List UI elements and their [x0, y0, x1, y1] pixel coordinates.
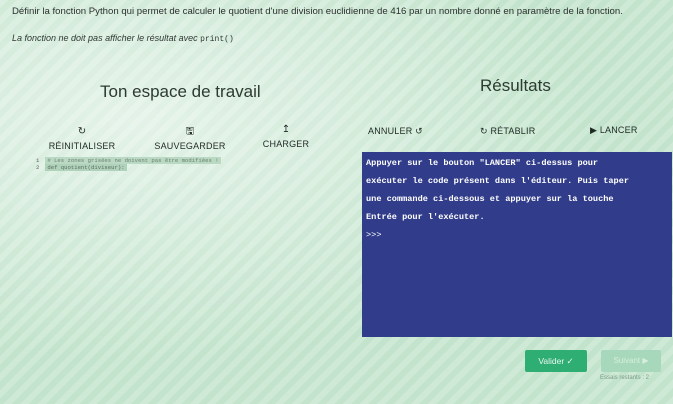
console-line: Appuyer sur le bouton "LANCER" ci-dessus… — [366, 158, 599, 168]
validate-button[interactable]: Valider ✓ — [525, 350, 587, 372]
line-code: # Les zones grisées ne doivent pas être … — [45, 157, 221, 164]
run-button[interactable]: ▶ LANCER — [590, 125, 638, 136]
editor-line: 2 def quotient(diviseur): — [36, 164, 354, 171]
load-button[interactable]: ↥ CHARGER — [258, 124, 314, 149]
reset-label: RÉINITIALISER — [48, 141, 116, 151]
results-console[interactable]: Appuyer sur le bouton "LANCER" ci-dessus… — [362, 152, 672, 337]
attempts-remaining: Essais restants : 2 — [600, 375, 650, 381]
play-icon: ▶ — [590, 125, 598, 135]
line-number: 1 — [36, 157, 40, 164]
redo-icon: ↻ — [480, 126, 488, 136]
line-code: def quotient(diviseur): — [45, 164, 127, 171]
redo-label: RÉTABLIR — [490, 126, 536, 136]
code-editor[interactable]: 1 # Les zones grisées ne doivent pas être… — [36, 157, 354, 189]
run-label: LANCER — [599, 125, 638, 135]
editor-line: 1 # Les zones grisées ne doivent pas être… — [36, 157, 354, 164]
instruction-note: La fonction ne doit pas afficher le résu… — [12, 33, 234, 44]
load-label: CHARGER — [262, 139, 310, 149]
console-line: Entrée pour l'exécuter. — [366, 212, 485, 222]
undo-button[interactable]: ANNULER ↺ — [368, 126, 423, 137]
instruction-note-text: La fonction ne doit pas afficher le résu… — [12, 33, 198, 43]
workspace-heading: Ton espace de travail — [100, 82, 261, 101]
undo-label: ANNULER — [368, 126, 413, 136]
upload-icon: ↥ — [281, 124, 291, 135]
instruction-text: Définir la fonction Python qui permet de… — [12, 6, 623, 17]
save-button[interactable]: 🖫 SAUVEGARDER — [150, 126, 230, 151]
next-button[interactable]: Suivant ▶ — [601, 350, 661, 372]
console-prompt[interactable]: >>> — [366, 226, 668, 244]
reset-button[interactable]: ↻ RÉINITIALISER — [44, 126, 120, 151]
instruction-note-code: print() — [200, 35, 234, 44]
line-number: 2 — [36, 164, 40, 171]
undo-icon: ↺ — [415, 126, 423, 136]
results-heading: Résultats — [480, 76, 551, 95]
floppy-disk-icon: 🖫 — [185, 126, 195, 137]
console-line: exécuter le code présent dans l'éditeur.… — [366, 176, 630, 186]
redo-button[interactable]: ↻ RÉTABLIR — [480, 126, 535, 137]
console-line: une commande ci-dessous et appuyer sur l… — [366, 194, 614, 204]
reset-icon: ↻ — [77, 126, 87, 137]
save-label: SAUVEGARDER — [154, 141, 226, 151]
